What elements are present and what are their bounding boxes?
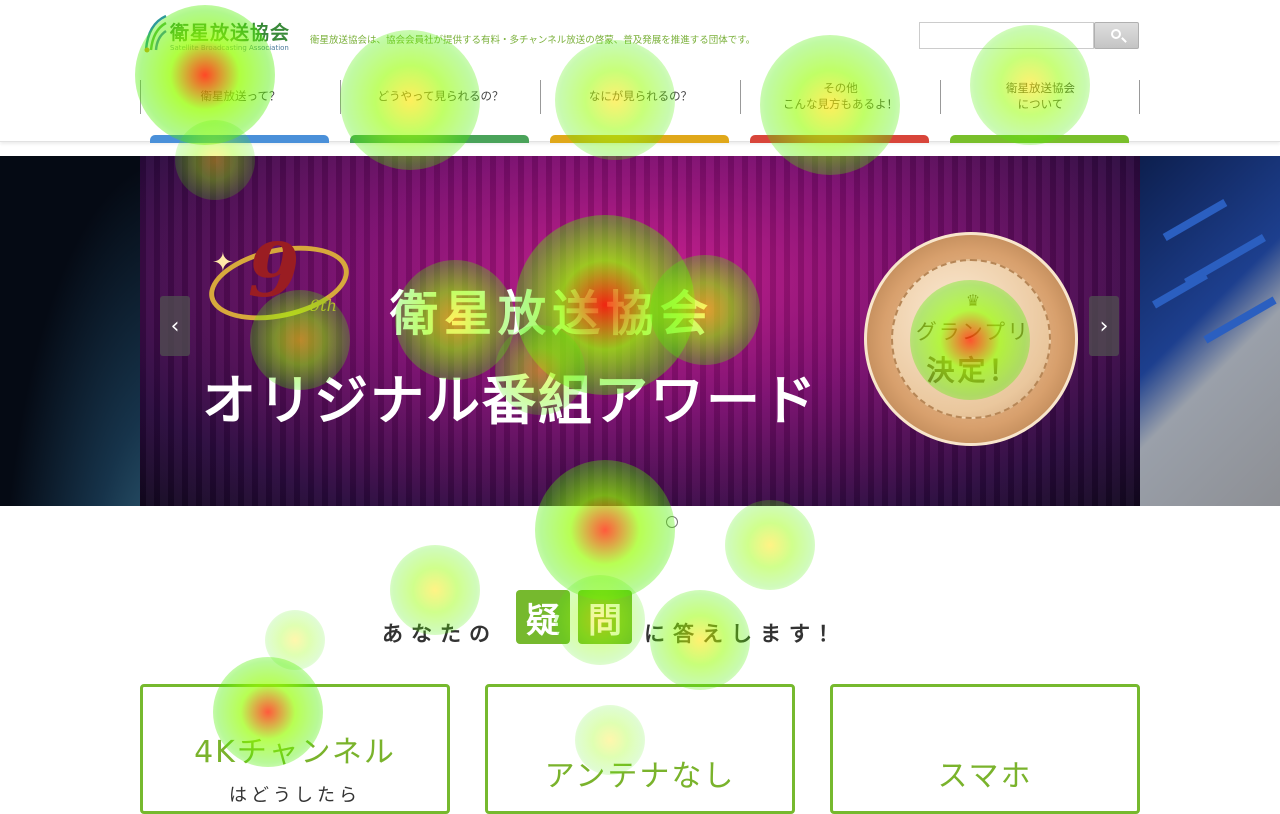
nav-item-how-to-watch[interactable]: どうやって見られるの？ — [340, 80, 540, 114]
card-title: 4Kチャンネル — [194, 735, 396, 770]
question-heading: あなたの 疑 問 に答えします！ — [0, 590, 1280, 650]
medal-line2: 決定！ — [926, 354, 1020, 387]
nav-item-what-to-watch[interactable]: なにが見られるの？ — [540, 80, 740, 114]
slider-dot[interactable] — [666, 516, 678, 528]
nav-tab-color-2 — [350, 135, 529, 143]
faq-card-no-antenna[interactable]: アンテナなし — [485, 684, 795, 814]
question-badge-1: 疑 — [516, 590, 570, 644]
nav-tab-color-3 — [550, 135, 729, 143]
faq-card-smartphone[interactable]: スマホ — [830, 684, 1140, 814]
faq-card-4k[interactable]: 4Kチャンネル はどうしたら — [140, 684, 450, 814]
card-title: アンテナなし — [544, 759, 736, 794]
search-button[interactable] — [1094, 22, 1139, 49]
slider-next-button[interactable]: › — [1089, 296, 1119, 356]
medal-line1: グランプリ — [915, 320, 1031, 344]
nav-divider — [1139, 80, 1140, 114]
question-suffix: に答えします！ — [644, 622, 847, 646]
award-subtitle: オリジナル番組アワード — [202, 369, 818, 432]
nav-tab-color-1 — [150, 135, 329, 143]
nav-item-about-satellite[interactable]: 衛星放送って？ — [140, 80, 340, 114]
satellite-logo-icon — [144, 14, 167, 53]
card-title: スマホ — [937, 759, 1033, 794]
nav-item-other-ways[interactable]: その他 こんな見方もあるよ！ — [740, 80, 940, 114]
chevron-left-icon: ‹ — [170, 313, 180, 339]
award-badge: 9th — [310, 296, 337, 315]
nav-tab-color-4 — [750, 135, 929, 143]
main-nav: 衛星放送って？ どうやって見られるの？ なにが見られるの？ その他 こんな見方も… — [140, 80, 1140, 114]
search-input[interactable] — [919, 22, 1094, 49]
site-logo[interactable]: 衛星放送協会 Satellite Broadcasting Associatio… — [142, 8, 291, 56]
logo-subtitle: Satellite Broadcasting Association — [170, 44, 289, 52]
award-number: 9 — [248, 228, 300, 314]
nav-item-about-association[interactable]: 衛星放送協会 について — [940, 80, 1140, 114]
heat-blob — [725, 500, 815, 590]
site-header: 衛星放送協会 Satellite Broadcasting Associatio… — [0, 0, 1280, 143]
question-badge-2: 問 — [578, 590, 632, 644]
slide-preview-next — [1140, 156, 1280, 506]
search-icon — [1111, 29, 1121, 39]
nav-tab-color-5 — [950, 135, 1129, 143]
sparkle-icon: ✦ — [212, 248, 234, 278]
chevron-right-icon: › — [1099, 313, 1109, 339]
slide-preview-previous — [0, 156, 140, 506]
slide-award-banner[interactable]: ✦ 9 9th 衛星放送協会 オリジナル番組アワード ♛ グランプリ 決定！ — [140, 156, 1140, 506]
site-tagline: 衛星放送協会は、協会会員社が提供する有料・多チャンネル放送の啓蒙、普及発展を推進… — [310, 35, 756, 46]
award-title: 衛星放送協会 — [390, 286, 715, 342]
card-subtitle: はどうしたら — [229, 785, 361, 806]
logo-title: 衛星放送協会 — [170, 22, 291, 44]
crown-icon: ♛ — [965, 291, 981, 310]
slider-prev-button[interactable]: ‹ — [160, 296, 190, 356]
hero-slider: ✦ 9 9th 衛星放送協会 オリジナル番組アワード ♛ グランプリ 決定！ ‹… — [0, 156, 1280, 506]
grand-prix-medal: ♛ グランプリ 決定！ — [864, 232, 1078, 446]
question-prefix: あなたの — [382, 622, 498, 646]
